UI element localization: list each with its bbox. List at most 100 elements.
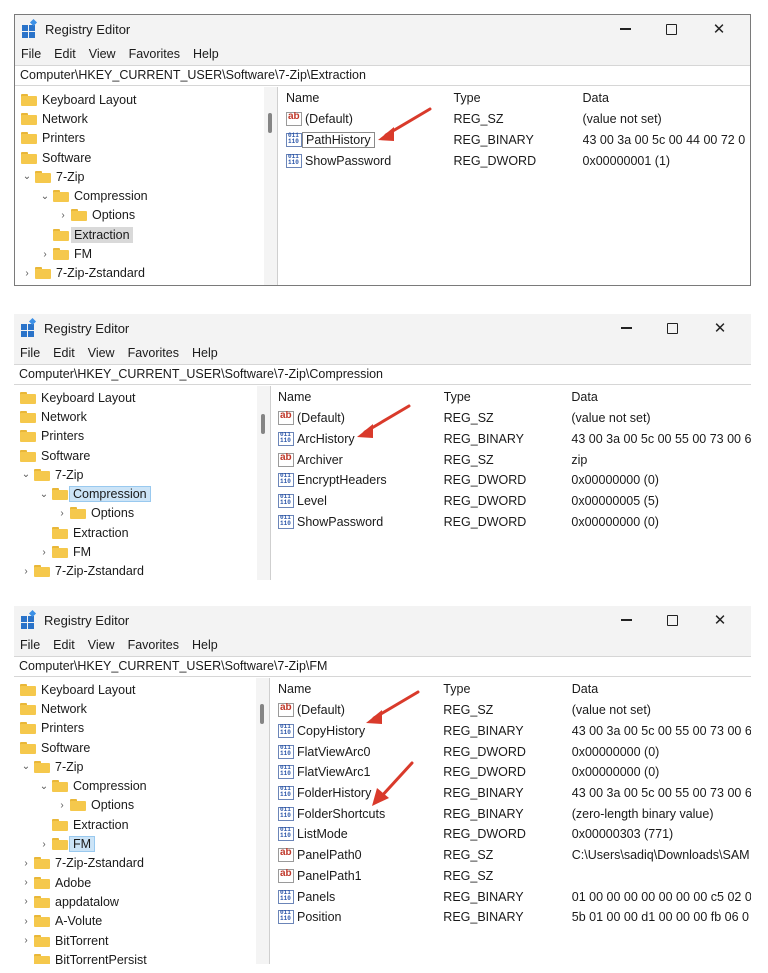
column-data[interactable]: Data [571, 390, 751, 404]
tree-scrollbar[interactable] [264, 87, 277, 285]
chevron-right-icon[interactable]: › [20, 858, 32, 869]
value-row[interactable]: (Default) REG_SZ (value not set) [278, 408, 751, 429]
tree-item-7zip[interactable]: ⌄ 7-Zip [14, 757, 269, 776]
menu-file[interactable]: File [20, 638, 40, 652]
close-button[interactable]: ✕ [697, 314, 743, 342]
tree-item-software[interactable]: Software [15, 148, 277, 167]
address-bar[interactable]: Computer\HKEY_CURRENT_USER\Software\7-Zi… [14, 364, 751, 385]
scrollbar-thumb[interactable] [260, 704, 264, 724]
value-row[interactable]: ListMode REG_DWORD 0x00000303 (771) [278, 824, 751, 845]
menu-help[interactable]: Help [192, 638, 218, 652]
chevron-down-icon[interactable]: ⌄ [38, 781, 50, 792]
address-bar[interactable]: Computer\HKEY_CURRENT_USER\Software\7-Zi… [15, 65, 750, 86]
tree-item-7zip[interactable]: ⌄ 7-Zip [15, 167, 277, 186]
address-bar[interactable]: Computer\HKEY_CURRENT_USER\Software\7-Zi… [14, 656, 751, 677]
chevron-right-icon[interactable]: › [57, 210, 69, 221]
scrollbar-thumb[interactable] [268, 113, 272, 133]
chevron-down-icon[interactable]: ⌄ [39, 191, 51, 202]
value-row[interactable]: PathHistory REG_BINARY 43 00 3a 00 5c 00… [286, 130, 750, 151]
column-name[interactable]: Name [278, 682, 443, 696]
column-name[interactable]: Name [278, 390, 444, 404]
tree-item-a-volute[interactable]: › A-Volute [14, 912, 269, 931]
value-row[interactable]: Position REG_BINARY 5b 01 00 00 d1 00 00… [278, 907, 751, 928]
tree-item-extraction[interactable]: Extraction [14, 523, 270, 542]
menu-view[interactable]: View [88, 638, 115, 652]
menu-favorites[interactable]: Favorites [129, 47, 180, 61]
close-button[interactable]: ✕ [697, 606, 743, 634]
tree-item-compression[interactable]: ⌄ Compression [14, 776, 269, 795]
tree-item-7zip[interactable]: ⌄ 7-Zip [14, 465, 270, 484]
column-type[interactable]: Type [453, 91, 582, 105]
value-row[interactable]: FolderHistory REG_BINARY 43 00 3a 00 5c … [278, 783, 751, 804]
chevron-right-icon[interactable]: › [20, 566, 32, 577]
tree-item-fm[interactable]: › FM [14, 834, 269, 853]
value-row[interactable]: CopyHistory REG_BINARY 43 00 3a 00 5c 00… [278, 721, 751, 742]
chevron-right-icon[interactable]: › [56, 800, 68, 811]
maximize-button[interactable] [649, 314, 695, 342]
tree-item-printers[interactable]: Printers [14, 719, 269, 738]
column-data[interactable]: Data [583, 91, 750, 105]
tree-item-printers[interactable]: Printers [14, 427, 270, 446]
chevron-right-icon[interactable]: › [21, 268, 33, 279]
chevron-down-icon[interactable]: ⌄ [20, 761, 32, 772]
value-row[interactable]: PanelPath0 REG_SZ C:\Users\sadiq\Downloa… [278, 845, 751, 866]
tree-item-keyboard-layout[interactable]: Keyboard Layout [14, 680, 269, 699]
chevron-right-icon[interactable]: › [20, 935, 32, 946]
column-type[interactable]: Type [444, 390, 572, 404]
tree-item-adobe[interactable]: › Adobe [14, 873, 269, 892]
tree-item-fm[interactable]: › FM [15, 244, 277, 263]
tree-item-bittorrent[interactable]: › BitTorrent [14, 931, 269, 950]
column-data[interactable]: Data [572, 682, 751, 696]
tree-scrollbar[interactable] [257, 386, 270, 580]
tree-item-compression[interactable]: ⌄ Compression [14, 484, 270, 503]
tree-item-options[interactable]: › Options [14, 504, 270, 523]
value-row[interactable]: (Default) REG_SZ (value not set) [286, 109, 750, 130]
tree-item-extraction[interactable]: Extraction [14, 815, 269, 834]
chevron-down-icon[interactable]: ⌄ [38, 489, 50, 500]
chevron-down-icon[interactable]: ⌄ [21, 171, 33, 182]
menu-favorites[interactable]: Favorites [128, 638, 179, 652]
minimize-button[interactable] [602, 15, 648, 43]
menu-favorites[interactable]: Favorites [128, 346, 179, 360]
value-row[interactable]: Level REG_DWORD 0x00000005 (5) [278, 491, 751, 512]
tree-item-bittorrentpersist[interactable]: BitTorrentPersist [14, 950, 269, 964]
chevron-right-icon[interactable]: › [39, 249, 51, 260]
tree-item-7zip-zstandard[interactable]: › 7-Zip-Zstandard [14, 562, 270, 580]
menu-file[interactable]: File [20, 346, 40, 360]
menu-file[interactable]: File [21, 47, 41, 61]
maximize-button[interactable] [649, 606, 695, 634]
value-row[interactable]: ShowPassword REG_DWORD 0x00000000 (0) [278, 511, 751, 532]
chevron-right-icon[interactable]: › [56, 508, 68, 519]
column-name[interactable]: Name [286, 91, 453, 105]
tree-item-7zip-zstandard[interactable]: › 7-Zip-Zstandard [15, 264, 277, 283]
tree-item-extraction[interactable]: Extraction [15, 225, 277, 244]
menu-view[interactable]: View [88, 346, 115, 360]
chevron-right-icon[interactable]: › [38, 839, 50, 850]
tree-item-keyboard-layout[interactable]: Keyboard Layout [15, 90, 277, 109]
tree-item-compression[interactable]: ⌄ Compression [15, 186, 277, 205]
value-row[interactable]: ArcHistory REG_BINARY 43 00 3a 00 5c 00 … [278, 429, 751, 450]
tree-scrollbar[interactable] [256, 678, 269, 964]
scrollbar-thumb[interactable] [261, 414, 265, 434]
menu-edit[interactable]: Edit [53, 346, 75, 360]
close-button[interactable]: ✕ [696, 15, 742, 43]
value-row[interactable]: EncryptHeaders REG_DWORD 0x00000000 (0) [278, 470, 751, 491]
menu-help[interactable]: Help [192, 346, 218, 360]
tree-item-network[interactable]: Network [14, 407, 270, 426]
value-row[interactable]: FlatViewArc0 REG_DWORD 0x00000000 (0) [278, 741, 751, 762]
tree-item-keyboard-layout[interactable]: Keyboard Layout [14, 388, 270, 407]
maximize-button[interactable] [648, 15, 694, 43]
tree-item-printers[interactable]: Printers [15, 129, 277, 148]
value-row[interactable]: PanelPath1 REG_SZ [278, 866, 751, 887]
value-row[interactable]: ShowPassword REG_DWORD 0x00000001 (1) [286, 150, 750, 171]
value-row[interactable]: Panels REG_BINARY 01 00 00 00 00 00 00 0… [278, 886, 751, 907]
chevron-right-icon[interactable]: › [38, 547, 50, 558]
menu-edit[interactable]: Edit [53, 638, 75, 652]
tree-item-7zip-zstandard[interactable]: › 7-Zip-Zstandard [14, 854, 269, 873]
tree-item-network[interactable]: Network [14, 699, 269, 718]
tree-item-fm[interactable]: › FM [14, 542, 270, 561]
chevron-down-icon[interactable]: ⌄ [20, 469, 32, 480]
menu-view[interactable]: View [89, 47, 116, 61]
tree-item-options[interactable]: › Options [15, 206, 277, 225]
tree-item-network[interactable]: Network [15, 109, 277, 128]
